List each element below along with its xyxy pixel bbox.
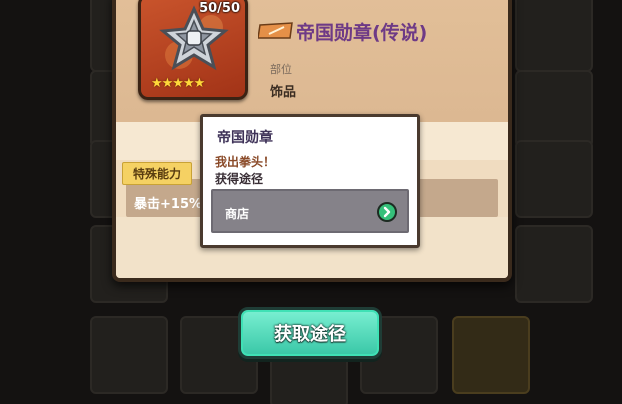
rarity-stars: ★★★★★ bbox=[151, 76, 205, 91]
slot-label: 部位 bbox=[270, 63, 292, 76]
slot-value: 饰品 bbox=[270, 85, 297, 100]
tooltip-flavor-text: 我出拳头！ bbox=[215, 155, 276, 169]
inventory-slot bbox=[515, 140, 593, 218]
item-title: 帝国勋章(传说) bbox=[296, 22, 428, 44]
obtain-source-button[interactable]: 获取途径 bbox=[238, 307, 382, 359]
inventory-slot bbox=[452, 316, 530, 394]
inventory-slot bbox=[515, 225, 593, 303]
stack-count: 50/50 bbox=[199, 1, 240, 16]
rarity-tag-icon bbox=[258, 22, 293, 39]
arrow-right-circle-icon[interactable] bbox=[377, 202, 397, 222]
source-shop-label: 商店 bbox=[225, 207, 250, 221]
inventory-slot bbox=[515, 0, 593, 72]
source-shop-row[interactable]: 商店 bbox=[211, 189, 409, 233]
special-ability-tag: 特殊能力 bbox=[122, 162, 193, 185]
item-portrait: 50/50 ★★★★★ bbox=[138, 0, 248, 100]
obtain-source-label: 获得途径 bbox=[215, 172, 264, 186]
item-tooltip: 帝国勋章 我出拳头！ 获得途径 商店 bbox=[200, 114, 420, 248]
inventory-slot bbox=[515, 70, 593, 148]
inventory-slot bbox=[90, 316, 168, 394]
tooltip-title: 帝国勋章 bbox=[217, 130, 273, 146]
